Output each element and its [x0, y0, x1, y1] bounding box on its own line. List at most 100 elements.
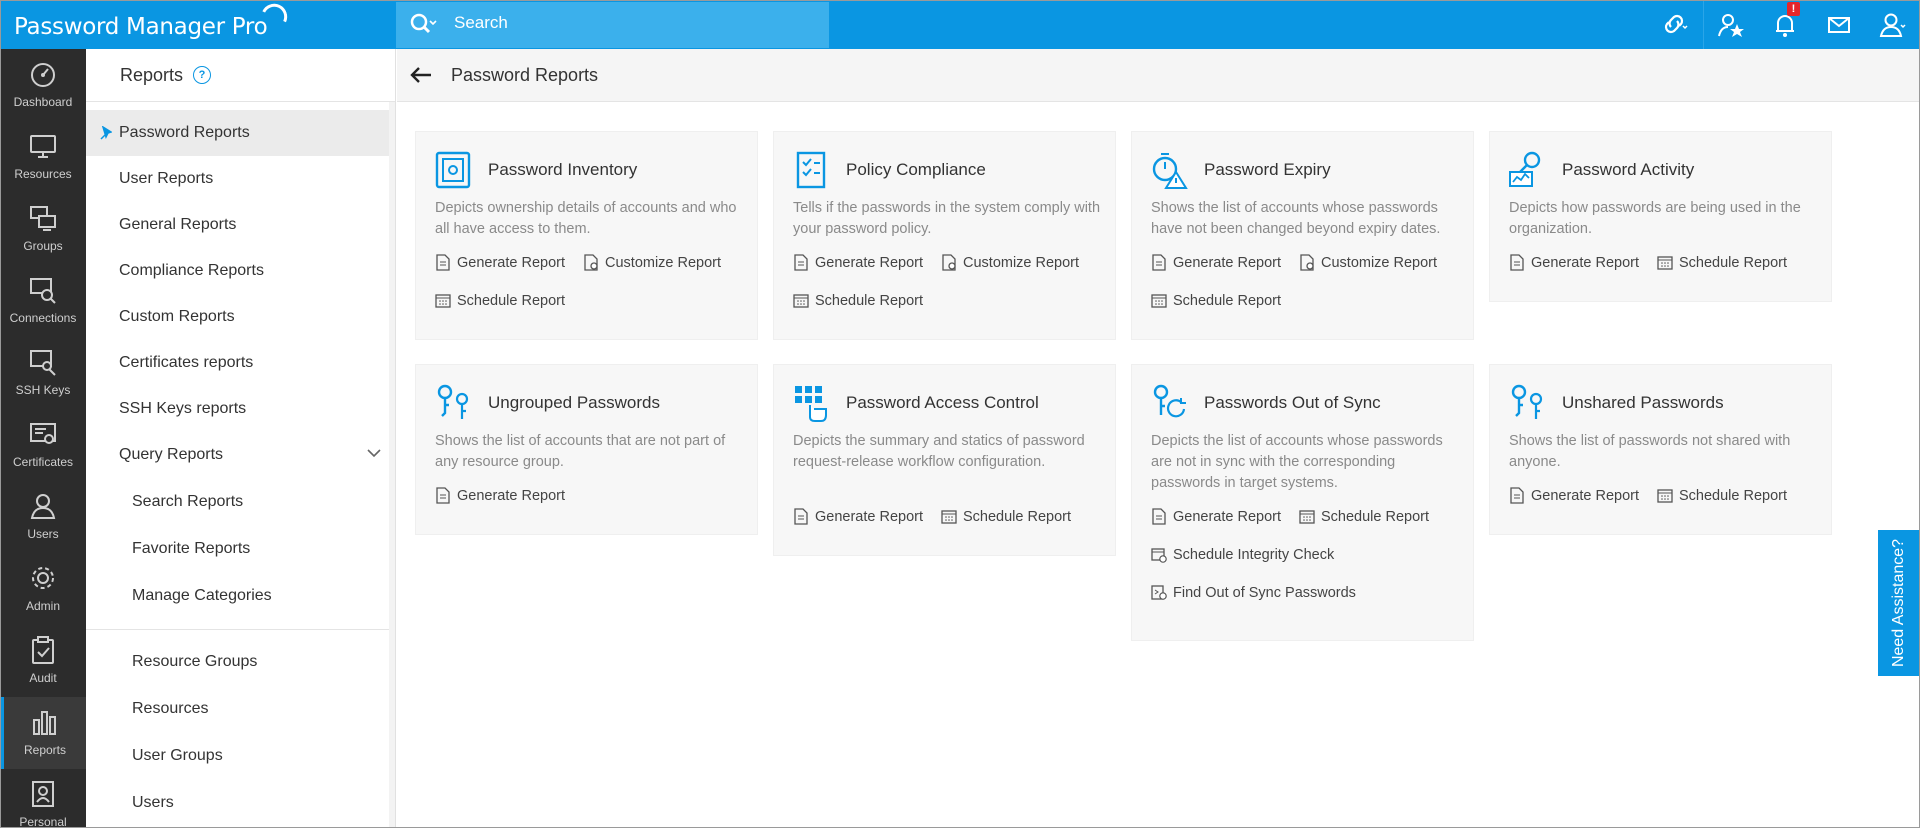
subnav-scrollbar[interactable] [389, 102, 395, 828]
customize-report-link[interactable]: Customize Report [941, 254, 1079, 271]
reports-subnav: Reports ? Password Reports User Reports … [86, 49, 396, 828]
nav-item-label: Custom Reports [119, 308, 235, 325]
card-title[interactable]: Policy Compliance [846, 160, 986, 180]
nav-item-compliance-reports[interactable]: Compliance Reports [86, 248, 395, 294]
star-user-icon[interactable] [1704, 0, 1758, 49]
schedule-report-link[interactable]: Schedule Report [1657, 254, 1787, 271]
ssh-key-icon [30, 350, 56, 376]
card-title[interactable]: Unshared Passwords [1562, 393, 1724, 413]
rail-item-certificates[interactable]: Certificates [0, 409, 86, 481]
nav-item-password-reports[interactable]: Password Reports [86, 110, 395, 156]
action-label: Schedule Integrity Check [1173, 546, 1335, 563]
schedule-report-link[interactable]: Schedule Report [1657, 487, 1787, 504]
generate-report-link[interactable]: Generate Report [1509, 254, 1639, 271]
rail-item-users[interactable]: Users [0, 481, 86, 553]
nav-item-user-reports[interactable]: User Reports [86, 156, 395, 202]
card-title[interactable]: Password Access Control [846, 393, 1039, 413]
nav-item-label: SSH Keys reports [119, 400, 247, 417]
card-title[interactable]: Password Expiry [1204, 160, 1331, 180]
nav-item-resource-groups[interactable]: Resource Groups [86, 638, 395, 685]
find-out-of-sync-link[interactable]: Find Out of Sync Passwords [1151, 584, 1356, 601]
rail-item-audit[interactable]: Audit [0, 625, 86, 697]
app-logo[interactable]: Password Manager Pro [14, 0, 293, 40]
action-label: Generate Report [815, 254, 924, 271]
search-icon[interactable] [408, 11, 438, 39]
nav-item-query-reports[interactable]: Query Reports [86, 432, 395, 478]
card-description: Shows the list of accounts whose passwor… [1151, 200, 1441, 237]
main-nav-rail: Dashboard Resources Groups Connections S… [0, 49, 86, 828]
rail-item-personal[interactable]: Personal [0, 769, 86, 828]
rail-item-reports[interactable]: Reports [0, 697, 86, 769]
generate-report-link[interactable]: Generate Report [1509, 487, 1639, 504]
card-title[interactable]: Password Activity [1562, 160, 1694, 180]
search-input[interactable]: Search [454, 13, 508, 33]
subnav-header: Reports ? [86, 49, 395, 102]
customize-doc-icon [1300, 254, 1314, 271]
card-description: Shows the list of passwords not shared w… [1509, 433, 1791, 470]
rail-item-groups[interactable]: Groups [0, 193, 86, 265]
rail-item-resources[interactable]: Resources [0, 121, 86, 193]
rail-item-ssh-keys[interactable]: SSH Keys [0, 337, 86, 409]
schedule-report-link[interactable]: Schedule Report [1151, 292, 1281, 309]
subnav-title: Reports [120, 64, 184, 85]
bell-icon[interactable]: ! [1758, 0, 1812, 49]
customize-report-link[interactable]: Customize Report [1299, 254, 1437, 271]
generate-report-link[interactable]: Generate Report [435, 487, 565, 504]
rail-item-admin[interactable]: Admin [0, 553, 86, 625]
nav-item-label: User Reports [119, 170, 214, 187]
card-title[interactable]: Passwords Out of Sync [1204, 393, 1381, 413]
schedule-integrity-check-link[interactable]: Schedule Integrity Check [1151, 546, 1334, 563]
nav-item-certificates-reports[interactable]: Certificates reports [86, 340, 395, 386]
pin-icon[interactable] [100, 126, 112, 140]
search-box[interactable]: Search [396, 2, 829, 48]
nav-item-general-reports[interactable]: General Reports [86, 202, 395, 248]
chevron-down-icon[interactable] [367, 448, 381, 458]
generate-report-link[interactable]: Generate Report [1151, 254, 1281, 271]
nav-item-users[interactable]: Users [86, 779, 395, 826]
nav-item-ssh-keys-reports[interactable]: SSH Keys reports [86, 386, 395, 432]
help-icon[interactable]: ? [193, 66, 212, 84]
report-card-ungrouped-passwords: Ungrouped Passwords Shows the list of ac… [415, 364, 758, 535]
nav-item-label: Resources [132, 699, 209, 717]
nav-item-manage-categories[interactable]: Manage Categories [86, 572, 395, 619]
action-label: Schedule Report [1679, 254, 1788, 271]
nav-item-favorite-reports[interactable]: Favorite Reports [86, 525, 395, 572]
report-card-password-activity: Password Activity Depicts how passwords … [1489, 131, 1832, 302]
schedule-report-link[interactable]: Schedule Report [435, 292, 565, 309]
card-description: Tells if the passwords in the system com… [793, 200, 1101, 237]
top-toolbar: ! [1649, 0, 1920, 49]
schedule-report-link[interactable]: Schedule Report [941, 508, 1071, 525]
user-icon[interactable] [1866, 0, 1920, 49]
nav-item-search-reports[interactable]: Search Reports [86, 478, 395, 525]
need-assistance-tab[interactable]: Need Assistance? [1878, 530, 1920, 676]
access-grid-icon [795, 386, 827, 422]
link-icon[interactable] [1649, 0, 1703, 49]
schedule-report-link[interactable]: Schedule Report [1299, 508, 1429, 525]
page-title: Password Reports [451, 64, 599, 85]
nav-item-custom-reports[interactable]: Custom Reports [86, 294, 395, 340]
action-label: Find Out of Sync Passwords [1173, 584, 1356, 601]
generate-report-link[interactable]: Generate Report [1151, 508, 1281, 525]
back-arrow-icon[interactable] [409, 65, 433, 85]
nav-item-resources[interactable]: Resources [86, 685, 395, 732]
checklist-icon [796, 151, 826, 189]
nav-item-user-groups[interactable]: User Groups [86, 732, 395, 779]
generate-report-link[interactable]: Generate Report [793, 508, 923, 525]
connections-icon [30, 278, 56, 304]
nav-item-label: Query Reports [119, 446, 224, 463]
calendar-clock-icon [1151, 548, 1167, 563]
calendar-icon [435, 294, 451, 308]
rail-item-connections[interactable]: Connections [0, 265, 86, 337]
calendar-icon [1151, 294, 1167, 308]
nav-item-label: Compliance Reports [119, 262, 264, 279]
schedule-report-link[interactable]: Schedule Report [793, 292, 923, 309]
customize-report-link[interactable]: Customize Report [583, 254, 721, 271]
generate-report-link[interactable]: Generate Report [435, 254, 565, 271]
card-description: Shows the list of accounts that are not … [435, 433, 726, 470]
card-title[interactable]: Password Inventory [488, 160, 637, 180]
rail-item-dashboard[interactable]: Dashboard [0, 49, 86, 121]
generate-report-link[interactable]: Generate Report [793, 254, 923, 271]
mail-icon[interactable] [1812, 0, 1866, 49]
card-title[interactable]: Ungrouped Passwords [488, 393, 660, 413]
calendar-icon [1299, 510, 1315, 524]
